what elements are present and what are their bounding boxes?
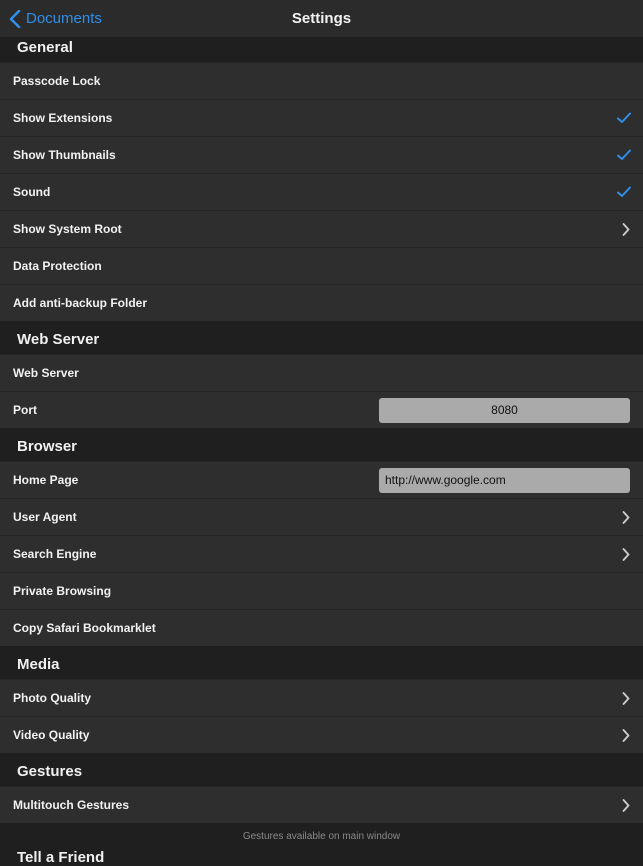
section-title: General [17, 39, 73, 56]
row-search-engine[interactable]: Search Engine [0, 535, 643, 572]
section-title: Web Server [17, 331, 100, 348]
section-title: Browser [17, 438, 78, 455]
navigation-bar: Documents Settings [0, 0, 643, 37]
row-label: Video Quality [13, 728, 90, 742]
row-label: User Agent [13, 510, 77, 524]
chevron-right-icon [622, 547, 630, 561]
row-label: Show Thumbnails [13, 148, 116, 162]
row-data-protection[interactable]: Data Protection [0, 247, 643, 284]
chevron-left-icon [9, 9, 21, 28]
row-label: Passcode Lock [13, 74, 101, 88]
home-page-field[interactable]: http://www.google.com [379, 467, 630, 493]
section-header-general: General [0, 37, 643, 62]
row-home-page[interactable]: Home Page http://www.google.com [0, 461, 643, 498]
row-user-agent[interactable]: User Agent [0, 498, 643, 535]
row-label: Photo Quality [13, 691, 91, 705]
row-label: Port [13, 403, 37, 417]
section-header-tell-a-friend: Tell a Friend [17, 849, 105, 866]
row-passcode-lock[interactable]: Passcode Lock [0, 62, 643, 99]
section-header-web-server: Web Server [0, 321, 643, 354]
row-add-anti-backup-folder[interactable]: Add anti-backup Folder [0, 284, 643, 321]
chevron-right-icon [622, 510, 630, 524]
row-sound[interactable]: Sound [0, 173, 643, 210]
chevron-right-icon [622, 222, 630, 236]
section-header-gestures: Gestures [0, 753, 643, 786]
checkmark-icon [617, 112, 631, 123]
row-label: Multitouch Gestures [13, 798, 130, 812]
checkmark-icon [617, 149, 631, 160]
row-show-thumbnails[interactable]: Show Thumbnails [0, 136, 643, 173]
back-button-label: Documents [26, 10, 102, 27]
section-title: Gestures [17, 763, 83, 780]
chevron-right-icon [622, 728, 630, 742]
chevron-right-icon [622, 798, 630, 812]
row-video-quality[interactable]: Video Quality [0, 716, 643, 753]
row-label: Search Engine [13, 547, 97, 561]
section-title: Media [17, 656, 60, 673]
row-private-browsing[interactable]: Private Browsing [0, 572, 643, 609]
row-label: Show Extensions [13, 111, 113, 125]
port-field[interactable]: 8080 [379, 397, 630, 423]
section-footer-note: Gestures available on main window [242, 830, 401, 842]
back-button[interactable]: Documents [8, 0, 102, 37]
row-label: Home Page [13, 473, 79, 487]
row-multitouch-gestures[interactable]: Multitouch Gestures [0, 786, 643, 823]
row-web-server[interactable]: Web Server [0, 354, 643, 391]
chevron-right-icon [622, 691, 630, 705]
row-label: Add anti-backup Folder [13, 296, 148, 310]
section-header-browser: Browser [0, 428, 643, 461]
row-show-extensions[interactable]: Show Extensions [0, 99, 643, 136]
row-label: Web Server [13, 366, 79, 380]
section-header-media: Media [0, 646, 643, 679]
row-photo-quality[interactable]: Photo Quality [0, 679, 643, 716]
row-show-system-root[interactable]: Show System Root [0, 210, 643, 247]
checkmark-icon [617, 186, 631, 197]
row-label: Private Browsing [13, 584, 112, 598]
row-label: Data Protection [13, 259, 102, 273]
row-port[interactable]: Port 8080 [0, 391, 643, 428]
row-label: Copy Safari Bookmarklet [13, 621, 156, 635]
row-label: Sound [13, 185, 51, 199]
row-label: Show System Root [13, 222, 122, 236]
row-copy-safari-bookmarklet[interactable]: Copy Safari Bookmarklet [0, 609, 643, 646]
